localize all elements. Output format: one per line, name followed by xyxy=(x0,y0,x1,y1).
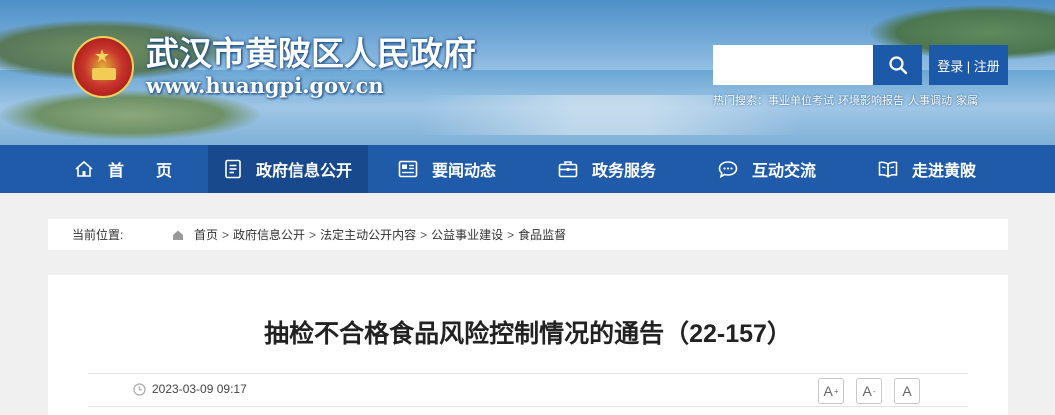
breadcrumb-item[interactable]: 首页 xyxy=(194,226,218,243)
nav-item-label: 政府信息公开 xyxy=(256,163,353,180)
nav-item-interaction[interactable]: 互动交流 xyxy=(718,145,816,193)
breadcrumb: 当前位置: 首页 > 政府信息公开 > 法定主动公开内容 > 公益事业建设 > … xyxy=(48,219,1008,250)
login-register-button[interactable]: 登录 | 注册 xyxy=(929,45,1008,85)
article-panel: 抽检不合格食品风险控制情况的通告（22-157） 2023-03-09 09:1… xyxy=(48,275,1008,415)
news-icon xyxy=(398,160,418,178)
site-title[interactable]: 武汉市黄陂区人民政府 xyxy=(146,34,476,74)
search-button[interactable] xyxy=(873,45,922,85)
publish-date-text: 2023-03-09 09:17 xyxy=(152,382,247,396)
site-url[interactable]: www.huangpi.gov.cn xyxy=(146,72,384,100)
hot-search-item[interactable]: 家属 xyxy=(956,95,978,107)
search-icon xyxy=(888,56,907,75)
font-reset-button[interactable]: A xyxy=(894,378,920,404)
nav-item-news[interactable]: 要闻动态 xyxy=(398,145,496,193)
font-button-label: A xyxy=(823,383,833,399)
publish-date: 2023-03-09 09:17 xyxy=(133,382,247,396)
font-button-label: A xyxy=(862,383,872,399)
article-title: 抽检不合格食品风险控制情况的通告（22-157） xyxy=(264,320,792,348)
hot-search: 热门搜索：事业单位考试 环境影响报告 人事调动 家属 xyxy=(713,94,982,108)
breadcrumb-separator: > xyxy=(309,227,317,242)
article-meta: 2023-03-09 09:17 A + A- A xyxy=(88,373,968,407)
clock-icon xyxy=(133,382,146,396)
breadcrumb-item[interactable]: 食品监督 xyxy=(518,226,566,243)
font-increase-button[interactable]: A + xyxy=(818,378,844,404)
font-button-sup: + xyxy=(833,386,839,396)
hot-search-item[interactable]: 人事调动 xyxy=(908,95,952,107)
hot-search-item[interactable]: 环境影响报告 xyxy=(838,95,904,107)
breadcrumb-item[interactable]: 政府信息公开 xyxy=(233,226,305,243)
nav-item-label: 要闻动态 xyxy=(432,163,497,180)
nav-item-gov-info[interactable]: 政府信息公开 xyxy=(208,145,368,193)
briefcase-icon xyxy=(558,161,578,178)
document-icon xyxy=(225,159,241,179)
star-icon: ★ xyxy=(94,46,111,67)
nav-item-about[interactable]: 走进黄陂 xyxy=(878,145,976,193)
search-input[interactable] xyxy=(713,45,873,85)
national-emblem-logo: ★ xyxy=(72,36,134,98)
gate-icon xyxy=(92,68,116,80)
home-icon xyxy=(75,160,93,177)
nav-item-services[interactable]: 政务服务 xyxy=(558,145,656,193)
header-banner: ★ 武汉市黄陂区人民政府 www.huangpi.gov.cn 登录 | 注册 … xyxy=(0,0,1055,145)
nav-item-label: 政务服务 xyxy=(592,163,657,180)
breadcrumb-separator: > xyxy=(420,227,428,242)
hot-search-item[interactable]: 事业单位考试 xyxy=(768,95,834,107)
font-decrease-button[interactable]: A- xyxy=(856,378,882,404)
book-icon xyxy=(878,161,898,178)
font-button-label: A xyxy=(902,383,912,399)
breadcrumb-item[interactable]: 公益事业建设 xyxy=(431,226,503,243)
nav-item-home[interactable]: 首 页 xyxy=(74,145,172,193)
home-icon xyxy=(173,230,183,240)
font-button-sup: - xyxy=(872,386,876,396)
nav-item-label: 互动交流 xyxy=(752,163,817,180)
breadcrumb-separator: > xyxy=(222,227,230,242)
hot-search-label: 热门搜索： xyxy=(713,95,768,107)
chat-icon xyxy=(718,161,738,178)
breadcrumb-item[interactable]: 法定主动公开内容 xyxy=(320,226,416,243)
breadcrumb-separator: > xyxy=(507,227,515,242)
breadcrumb-label: 当前位置: xyxy=(72,228,124,242)
nav-item-label: 走进黄陂 xyxy=(912,163,977,180)
main-nav: 首 页 政府信息公开 要闻动态 政务服务 互动交流 走进黄陂 xyxy=(0,145,1055,193)
nav-item-label: 首 页 xyxy=(108,163,173,180)
